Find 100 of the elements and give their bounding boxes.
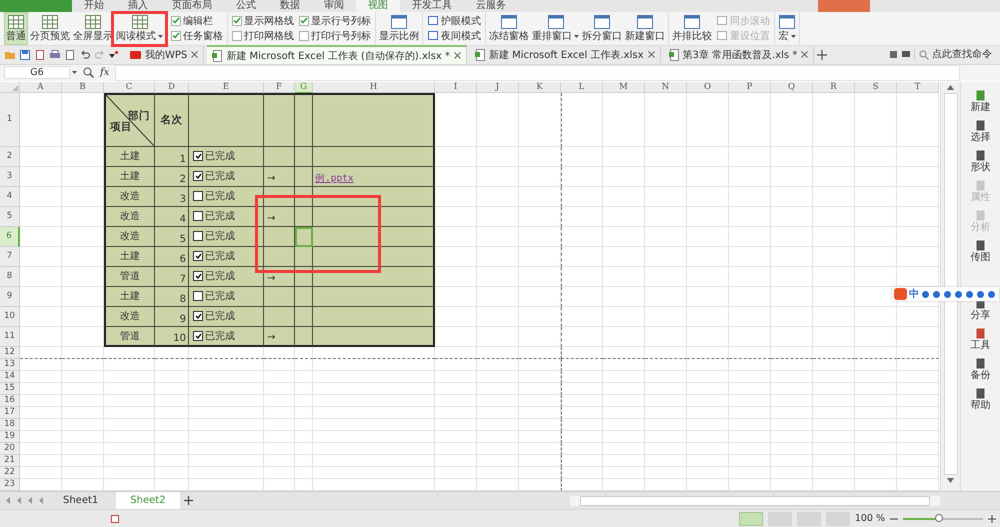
grid-cell[interactable] (729, 246, 771, 267)
grid-cell[interactable] (264, 382, 295, 395)
close-icon[interactable] (648, 51, 655, 58)
table-cell[interactable] (313, 326, 435, 347)
sheet-tab[interactable]: Sheet1 (49, 492, 112, 510)
grid-cell[interactable] (897, 146, 939, 167)
checkbox[interactable] (171, 30, 181, 41)
grid-cell[interactable] (295, 358, 313, 371)
grid-cell[interactable] (813, 382, 855, 395)
grid-cell[interactable] (855, 430, 897, 443)
printer-icon[interactable] (49, 48, 61, 61)
toolbar-button[interactable]: 宏 (777, 12, 797, 45)
grid-cell[interactable] (813, 346, 855, 359)
grid-cell[interactable] (603, 186, 645, 207)
grid-cell[interactable] (729, 226, 771, 247)
grid-cell[interactable] (62, 466, 104, 479)
row-header[interactable]: 13 (0, 358, 20, 371)
toolbar-button[interactable]: 夜间模式 (427, 28, 481, 43)
row-header[interactable]: 22 (0, 466, 20, 479)
grid-cell[interactable] (897, 430, 939, 443)
zoom-icon[interactable] (83, 67, 94, 78)
grid-cell[interactable] (603, 346, 645, 359)
grid-cell[interactable] (477, 346, 519, 359)
grid-cell[interactable] (603, 306, 645, 327)
table-cell[interactable]: 已完成 (189, 166, 264, 187)
grid-cell[interactable] (813, 394, 855, 407)
grid-cell[interactable] (295, 370, 313, 383)
grid-cell[interactable] (603, 246, 645, 267)
caret-icon[interactable] (109, 50, 118, 59)
table-cell[interactable]: 6 (155, 246, 189, 267)
table-cell[interactable]: 已完成 (189, 286, 264, 307)
row-header[interactable]: 8 (0, 266, 20, 287)
grid-cell[interactable] (62, 382, 104, 395)
scrollbar-thumb[interactable] (944, 92, 958, 475)
grid-cell[interactable] (189, 370, 264, 383)
grid-cell[interactable] (20, 186, 62, 207)
grid-cell[interactable] (477, 418, 519, 431)
column-header[interactable]: S (855, 82, 897, 93)
row-header[interactable]: 23 (0, 478, 20, 491)
grid-cell[interactable] (561, 326, 603, 347)
grid-cell[interactable] (477, 166, 519, 187)
grid-cell[interactable] (435, 454, 477, 467)
grid-cell[interactable] (603, 226, 645, 247)
grid-cell[interactable] (104, 394, 155, 407)
grid-cell[interactable] (561, 246, 603, 267)
ribbon-tab[interactable]: 开始 (72, 0, 116, 12)
checkbox[interactable] (193, 151, 203, 162)
grid-cell[interactable] (561, 266, 603, 287)
grid-cell[interactable] (155, 418, 189, 431)
table-cell[interactable]: 已完成 (189, 246, 264, 267)
table-cell[interactable]: 土建 (104, 286, 155, 307)
grid-cell[interactable] (189, 406, 264, 419)
grid-cell[interactable] (855, 186, 897, 207)
grid-cell[interactable] (519, 346, 561, 359)
grid-cell[interactable] (729, 92, 771, 147)
grid-cell[interactable] (477, 430, 519, 443)
row-header[interactable]: 10 (0, 306, 20, 327)
grid-cell[interactable] (813, 246, 855, 267)
grid-cell[interactable] (62, 418, 104, 431)
grid-cell[interactable] (435, 326, 477, 347)
grid-cell[interactable] (813, 186, 855, 207)
grid-cell[interactable] (771, 442, 813, 455)
grid-cell[interactable] (20, 326, 62, 347)
grid-cell[interactable] (561, 418, 603, 431)
grid-cell[interactable] (897, 382, 939, 395)
grid-cell[interactable] (519, 286, 561, 307)
grid-cell[interactable] (62, 442, 104, 455)
ribbon-tab[interactable]: 云服务 (464, 0, 518, 12)
grid-cell[interactable] (813, 166, 855, 187)
grid-cell[interactable] (561, 166, 603, 187)
grid-cell[interactable] (155, 466, 189, 479)
grid-cell[interactable] (813, 266, 855, 287)
grid-cell[interactable] (189, 430, 264, 443)
grid-cell[interactable] (603, 466, 645, 479)
grid-cell[interactable] (519, 266, 561, 287)
checkbox[interactable] (193, 231, 203, 242)
grid-cell[interactable] (313, 358, 435, 371)
grid-cell[interactable] (519, 246, 561, 267)
grid-cell[interactable] (477, 382, 519, 395)
grid-cell[interactable] (897, 466, 939, 479)
ribbon-tab[interactable]: 页面布局 (160, 0, 224, 12)
grid-cell[interactable] (771, 358, 813, 371)
grid-cell[interactable] (295, 466, 313, 479)
grid-cell[interactable] (771, 406, 813, 419)
table-cell[interactable] (189, 92, 264, 147)
toolbar-button[interactable]: 分页预览 (29, 12, 71, 45)
grid-cell[interactable] (435, 306, 477, 327)
vertical-scrollbar[interactable] (940, 82, 960, 491)
grid-cell[interactable] (295, 394, 313, 407)
table-cell[interactable] (295, 326, 313, 347)
checkbox[interactable] (232, 30, 242, 41)
grid-cell[interactable] (295, 406, 313, 419)
grid-cell[interactable] (155, 358, 189, 371)
table-cell[interactable] (295, 306, 313, 327)
grid-cell[interactable] (771, 146, 813, 167)
document-tab[interactable]: 第3章 常用函数普及.xls * (664, 46, 814, 64)
grid-cell[interactable] (62, 370, 104, 383)
grid-cell[interactable] (477, 466, 519, 479)
grid-cell[interactable] (729, 266, 771, 287)
row-header[interactable]: 3 (0, 166, 20, 187)
